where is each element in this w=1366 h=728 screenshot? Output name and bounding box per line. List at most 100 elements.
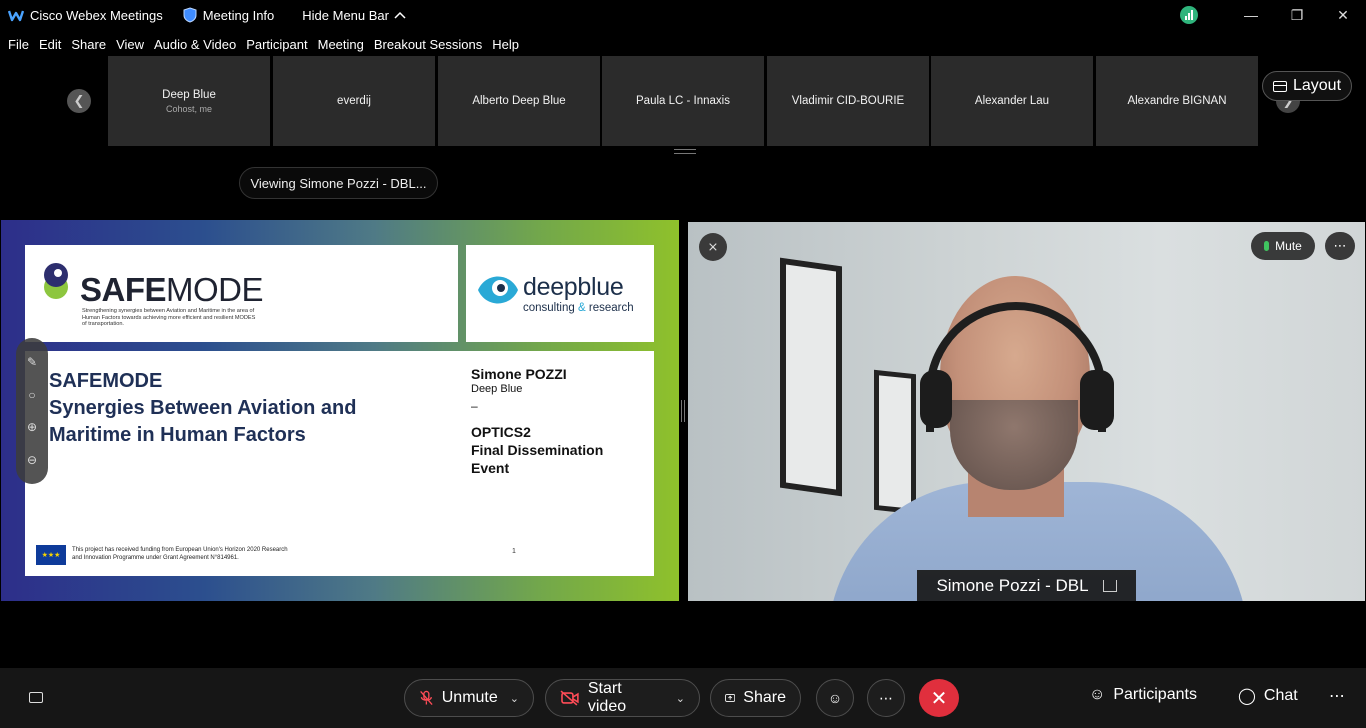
annotation-toolbar: ✎ ○ ⊕ ⊖ xyxy=(16,338,48,484)
meeting-info-button[interactable]: Meeting Info xyxy=(183,7,275,23)
viewing-indicator[interactable]: Viewing Simone Pozzi - DBL... xyxy=(239,167,438,199)
menu-file[interactable]: File xyxy=(8,37,29,52)
participant-name: Deep Blue xyxy=(162,88,216,101)
app-name: Cisco Webex Meetings xyxy=(30,7,163,23)
participants-panel-button[interactable]: ☺ Participants xyxy=(1089,686,1197,704)
layout-label: Layout xyxy=(1292,77,1342,94)
participant-tile[interactable]: Alexandre BIGNAN xyxy=(1096,56,1258,146)
close-icon: ✕ xyxy=(930,687,948,710)
speaker-org: Deep Blue xyxy=(471,383,523,395)
menu-view[interactable]: View xyxy=(116,37,144,52)
layout-button[interactable]: Layout xyxy=(1262,71,1352,101)
split-resize-handle[interactable] xyxy=(681,400,685,422)
participant-tile[interactable]: Paula LC - Innaxis xyxy=(602,56,764,146)
share-label: Share xyxy=(743,689,786,706)
minimize-button[interactable]: — xyxy=(1228,0,1274,30)
menu-audio-video[interactable]: Audio & Video xyxy=(154,37,236,52)
safemode-tagline: Strengthening synergies between Aviation… xyxy=(82,308,256,327)
shared-content: SAFEMODE Strengthening synergies between… xyxy=(1,220,679,601)
start-video-button[interactable]: Start video ⌄ xyxy=(545,679,700,717)
scroll-left-button[interactable]: ❮ xyxy=(67,89,91,113)
network-health-icon[interactable] xyxy=(1180,6,1198,24)
eu-flag-icon: ★★★ xyxy=(36,545,66,565)
strip-resize-handle[interactable] xyxy=(674,149,696,154)
annotate-pen-icon[interactable]: ✎ xyxy=(27,355,37,369)
captions-icon[interactable] xyxy=(29,692,43,703)
app-title: Cisco Webex Meetings xyxy=(8,8,163,23)
participant-name: Alberto Deep Blue xyxy=(472,95,566,107)
layout-icon xyxy=(1272,80,1287,92)
deepblue-eye-icon xyxy=(478,276,518,304)
video-more-button[interactable]: ⋯ xyxy=(1325,232,1355,260)
chat-panel-button[interactable]: ◯ Chat xyxy=(1238,686,1298,706)
more-panels-button[interactable]: ⋯ xyxy=(1329,686,1345,706)
title-bar: Cisco Webex Meetings Meeting Info Hide M… xyxy=(0,0,1366,30)
slide-title: SAFEMODE Synergies Between Aviation and … xyxy=(49,370,357,446)
participant-name: Alexander Lau xyxy=(974,95,1050,107)
chevron-down-icon[interactable]: ⌄ xyxy=(676,692,685,705)
more-options-button[interactable]: ⋯ xyxy=(867,679,905,717)
participant-name: Alexandre BIGNAN xyxy=(1127,95,1227,107)
participant-tile[interactable]: Vladimir CID-BOURIE xyxy=(767,56,929,146)
participant-strip: ❮ Deep Blue Cohost, me everdij Alberto D… xyxy=(0,56,1366,148)
share-button[interactable]: Share xyxy=(710,679,801,717)
menu-breakout-sessions[interactable]: Breakout Sessions xyxy=(374,37,482,52)
mute-participant-button[interactable]: Mute xyxy=(1251,232,1315,260)
participant-name: Paula LC - Innaxis xyxy=(636,95,730,107)
deepblue-subtitle: consulting & research xyxy=(523,302,634,314)
share-indicator-icon xyxy=(1102,579,1117,592)
wall-frame-image xyxy=(874,369,916,515)
participant-tile[interactable]: Deep Blue Cohost, me xyxy=(108,56,270,146)
headset-cup-left xyxy=(920,370,952,428)
video-name-tag: Simone Pozzi - DBL xyxy=(917,570,1136,601)
menu-edit[interactable]: Edit xyxy=(39,37,61,52)
chevron-left-icon: ❮ xyxy=(73,93,85,108)
remote-control-icon[interactable]: ○ xyxy=(28,388,35,402)
deepblue-wordmark: deepblue xyxy=(523,273,624,301)
unpin-icon: ⨯ xyxy=(707,239,719,254)
speaker-name: Simone POZZI xyxy=(471,366,567,382)
event-name: OPTICS2 Final Dissemination Event xyxy=(471,424,604,476)
participant-tile[interactable]: Alexander Lau xyxy=(931,56,1093,146)
wall-frame-image xyxy=(780,257,842,497)
mic-muted-icon xyxy=(420,690,433,705)
meeting-info-label: Meeting Info xyxy=(202,7,275,23)
unpin-button[interactable]: ⨯ xyxy=(699,233,727,261)
chevron-up-icon xyxy=(394,11,406,19)
menu-meeting[interactable]: Meeting xyxy=(318,37,364,52)
chevron-down-icon[interactable]: ⌄ xyxy=(510,692,519,705)
deepblue-logo-card: deepblue consulting & research xyxy=(466,245,654,342)
slide-main-card: SAFEMODE Synergies Between Aviation and … xyxy=(25,351,654,576)
safemode-logo-icon xyxy=(44,263,68,299)
video-name-label: Simone Pozzi - DBL xyxy=(936,575,1089,595)
shield-icon xyxy=(183,7,197,23)
safemode-logo-card: SAFEMODE Strengthening synergies between… xyxy=(25,245,458,342)
participant-tile[interactable]: everdij xyxy=(273,56,435,146)
unmute-label: Unmute xyxy=(441,689,498,706)
leave-meeting-button[interactable]: ✕ xyxy=(919,679,959,717)
viewing-label: Viewing Simone Pozzi - DBL... xyxy=(250,175,427,191)
safemode-wordmark: SAFEMODE xyxy=(80,271,264,308)
participant-role: Cohost, me xyxy=(165,103,213,114)
close-window-button[interactable]: ✕ xyxy=(1320,0,1366,30)
menu-bar: File Edit Share View Audio & Video Parti… xyxy=(0,33,521,55)
participant-name: Vladimir CID-BOURIE xyxy=(791,95,905,107)
unmute-button[interactable]: Unmute ⌄ xyxy=(404,679,534,717)
speaker-block: Simone POZZI Deep Blue – OPTICS2 Final D… xyxy=(471,366,603,477)
chat-label: Chat xyxy=(1263,687,1298,704)
zoom-out-icon[interactable]: ⊖ xyxy=(27,453,37,467)
menu-share[interactable]: Share xyxy=(71,37,106,52)
emoji-icon: ☺ xyxy=(827,690,843,706)
zoom-in-icon[interactable]: ⊕ xyxy=(27,420,37,434)
more-icon: ⋯ xyxy=(879,689,893,706)
menu-help[interactable]: Help xyxy=(492,37,519,52)
participant-tile[interactable]: Alberto Deep Blue xyxy=(438,56,600,146)
reactions-button[interactable]: ☺ xyxy=(816,679,854,717)
restore-button[interactable]: ❐ xyxy=(1274,0,1320,30)
slide-page-number: 1 xyxy=(512,548,516,555)
active-speaker-video[interactable]: ⨯ Mute ⋯ Simone Pozzi - DBL xyxy=(688,222,1365,601)
share-icon xyxy=(725,694,736,702)
separator-dash: – xyxy=(471,399,478,413)
hide-menu-bar-button[interactable]: Hide Menu Bar xyxy=(302,8,406,23)
menu-participant[interactable]: Participant xyxy=(246,37,307,52)
